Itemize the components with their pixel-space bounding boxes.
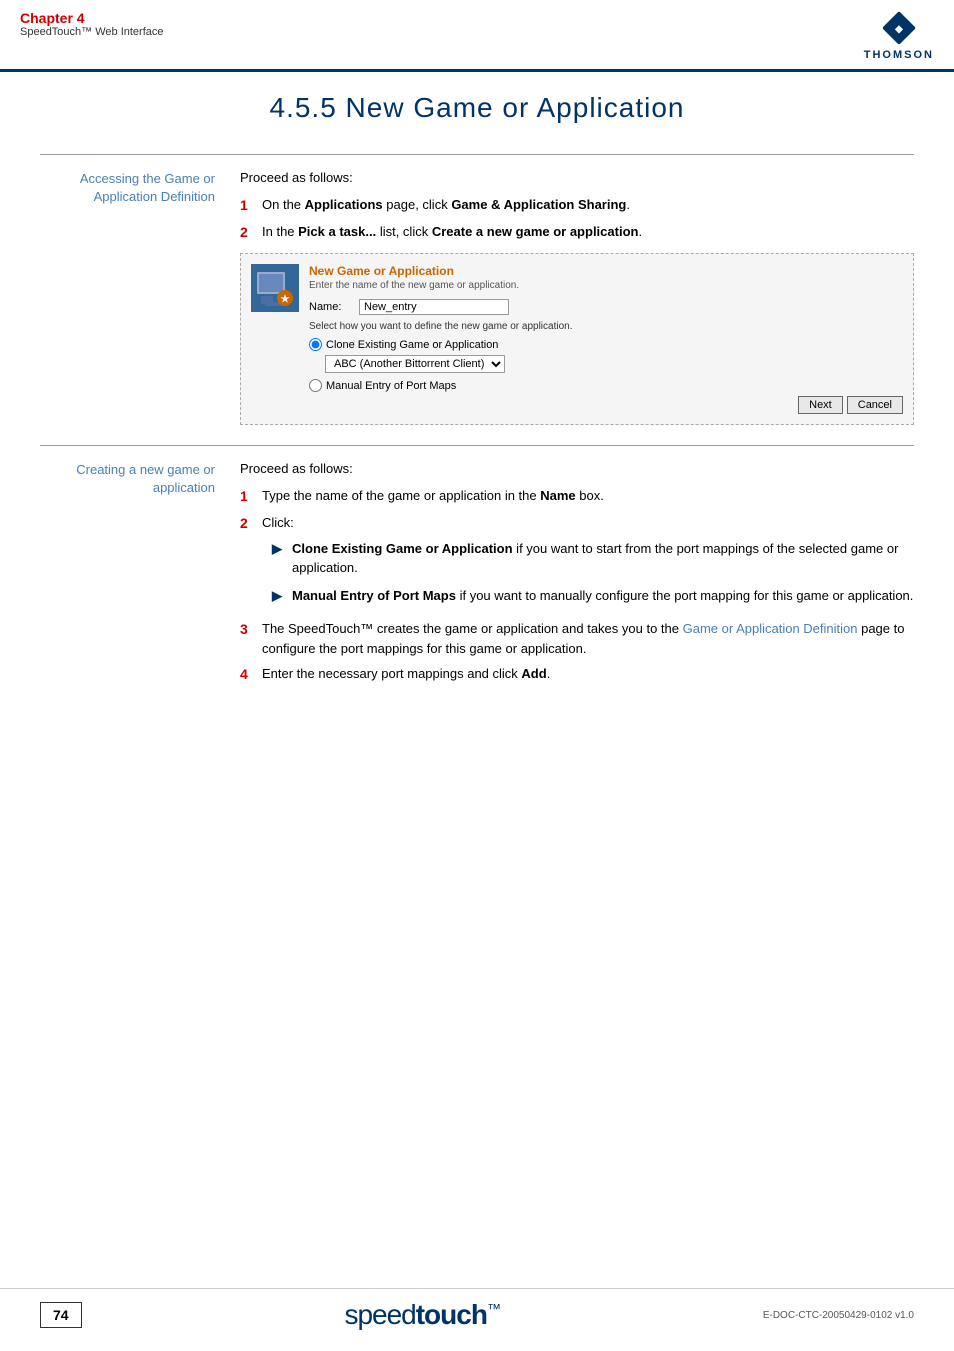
select-desc: Select how you want to define the new ga…	[309, 321, 903, 332]
section-content-accessing: Proceed as follows: 1 On the Application…	[240, 170, 914, 435]
step-2-3: 3 The SpeedTouch™ creates the game or ap…	[240, 619, 914, 658]
radio-manual-label: Manual Entry of Port Maps	[326, 380, 456, 392]
radio-manual-input[interactable]	[309, 379, 322, 392]
step-2-2: 2 Click: ▶ Clone Existing Game or Applic…	[240, 513, 914, 613]
dropdown-row: ABC (Another Bittorrent Client)	[325, 355, 903, 373]
thomson-logo: ◆ THOMSON	[864, 10, 934, 61]
radio-clone-input[interactable]	[309, 338, 322, 351]
ui-icon: ★	[251, 264, 299, 312]
name-input[interactable]	[359, 299, 509, 315]
ui-form-title: New Game or Application	[309, 264, 903, 278]
radio-clone: Clone Existing Game or Application	[309, 338, 903, 351]
footer-doc-number: E-DOC-CTC-20050429-0102 v1.0	[763, 1310, 914, 1321]
chapter-title: Chapter 4	[20, 10, 164, 26]
steps-list-2: 1 Type the name of the game or applicati…	[240, 486, 914, 685]
step-2-1: 1 Type the name of the game or applicati…	[240, 486, 914, 507]
button-row: Next Cancel	[309, 396, 903, 414]
steps-list-1: 1 On the Applications page, click Game &…	[240, 195, 914, 243]
page-title: 4.5.5 New Game or Application	[40, 92, 914, 124]
name-row: Name:	[309, 299, 903, 315]
step-1-2: 2 In the Pick a task... list, click Crea…	[240, 222, 914, 243]
next-button[interactable]: Next	[798, 396, 843, 414]
ui-form: New Game or Application Enter the name o…	[309, 264, 903, 414]
game-dropdown[interactable]: ABC (Another Bittorrent Client)	[325, 355, 505, 373]
chapter-subtitle: SpeedTouch™ Web Interface	[20, 26, 164, 38]
radio-manual: Manual Entry of Port Maps	[309, 379, 903, 392]
svg-text:◆: ◆	[894, 24, 903, 35]
game-definition-link[interactable]: Game or Application Definition	[683, 621, 858, 636]
page-footer: 74 speedtouch™ E-DOC-CTC-20050429-0102 v…	[0, 1288, 954, 1331]
bullet-manual: ▶ Manual Entry of Port Maps if you want …	[272, 586, 914, 606]
ui-form-subtitle: Enter the name of the new game or applic…	[309, 280, 903, 291]
radio-clone-label: Clone Existing Game or Application	[326, 339, 498, 351]
section-accessing: Accessing the Game or Application Defini…	[40, 154, 914, 435]
cancel-button[interactable]: Cancel	[847, 396, 903, 414]
step-2-4: 4 Enter the necessary port mappings and …	[240, 664, 914, 685]
header-left: Chapter 4 SpeedTouch™ Web Interface	[20, 10, 164, 38]
svg-text:★: ★	[281, 294, 290, 305]
section-label-accessing: Accessing the Game or Application Defini…	[40, 170, 240, 435]
page-number: 74	[40, 1302, 82, 1328]
proceed-text: Proceed as follows:	[240, 170, 914, 185]
step-1-1: 1 On the Applications page, click Game &…	[240, 195, 914, 216]
name-label: Name:	[309, 301, 359, 313]
ui-screenshot-box: ★ New Game or Application Enter the name…	[240, 253, 914, 425]
page-content: 4.5.5 New Game or Application Accessing …	[0, 72, 954, 721]
section-content-creating: Proceed as follows: 1 Type the name of t…	[240, 461, 914, 691]
bullet-clone: ▶ Clone Existing Game or Application if …	[272, 539, 914, 578]
section-creating: Creating a new game or application Proce…	[40, 445, 914, 691]
footer-brand: speedtouch™	[82, 1299, 763, 1331]
thomson-text: THOMSON	[864, 49, 934, 61]
proceed-text-2: Proceed as follows:	[240, 461, 914, 476]
header-right: ◆ THOMSON	[864, 10, 934, 61]
page-header: Chapter 4 SpeedTouch™ Web Interface ◆ TH…	[0, 0, 954, 72]
section-label-creating: Creating a new game or application	[40, 461, 240, 691]
